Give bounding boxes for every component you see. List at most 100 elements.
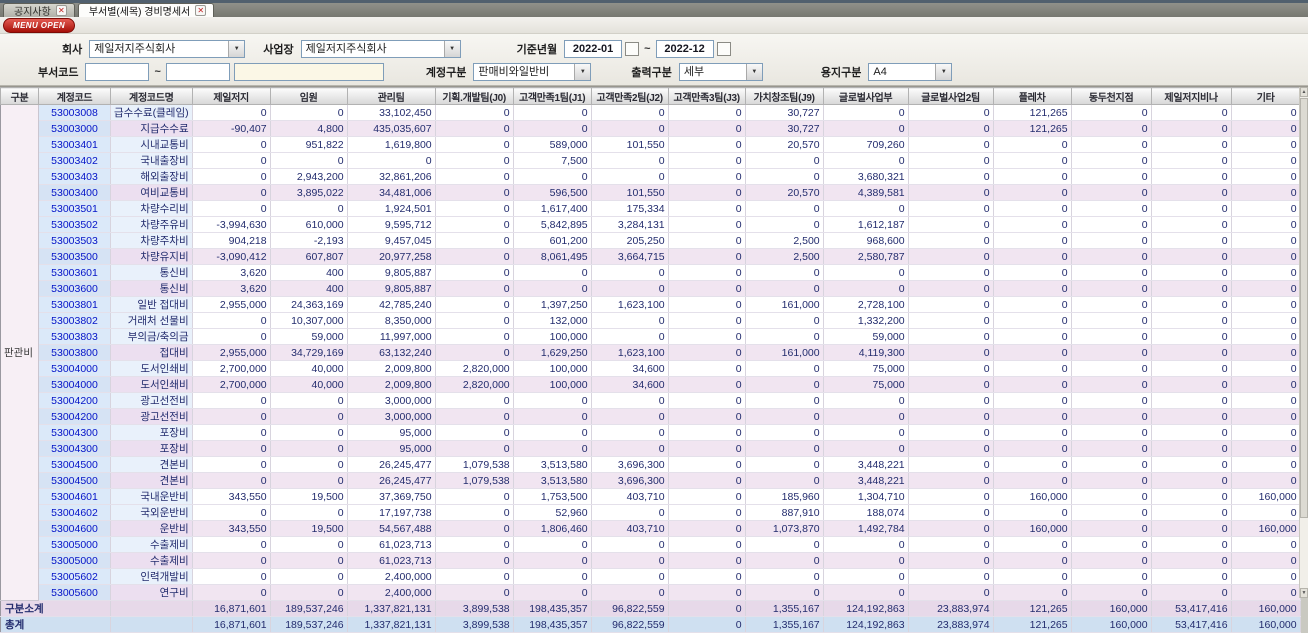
amount-cell[interactable]: 0 [1231,184,1301,201]
amount-cell[interactable]: 0 [270,200,348,217]
amount-cell[interactable]: 0 [1231,296,1301,313]
account-name-cell[interactable]: 도서인쇄비 [110,376,193,393]
amount-cell[interactable]: 0 [435,184,514,201]
amount-cell[interactable]: 0 [993,152,1072,169]
amount-cell[interactable]: 0 [668,280,746,297]
amount-cell[interactable]: 0 [513,584,592,601]
amount-cell[interactable]: 0 [591,424,669,441]
account-name-cell[interactable]: 운반비 [110,520,193,537]
amount-cell[interactable]: 0 [435,552,514,569]
amount-cell[interactable]: 0 [435,488,514,505]
account-code-cell[interactable]: 53003401 [38,136,111,153]
scroll-down-icon[interactable]: ▼ [1300,588,1308,598]
amount-cell[interactable]: 0 [1231,424,1301,441]
table-row[interactable]: 53003501 차량수리비 0 0 1,924,501 0 1,617,400 175,33… [1,200,1301,217]
amount-cell[interactable]: 11,997,000 [347,328,436,345]
amount-cell[interactable]: 0 [1151,568,1232,585]
column-header[interactable]: 고객만족3팀(J3) [667,87,746,105]
amount-cell[interactable]: 0 [1071,488,1152,505]
amount-cell[interactable]: 0 [993,280,1072,297]
amount-cell[interactable]: 0 [192,504,271,521]
amount-cell[interactable]: 34,600 [591,360,669,377]
account-name-cell[interactable]: 여비교통비 [110,184,193,201]
account-name-cell[interactable]: 포장비 [110,440,193,457]
amount-cell[interactable]: 188,074 [823,504,909,521]
amount-cell[interactable]: 0 [192,568,271,585]
amount-cell[interactable]: 0 [668,440,746,457]
amount-cell[interactable]: 30,727 [745,120,824,137]
amount-cell[interactable]: 0 [270,472,348,489]
close-icon[interactable]: ✕ [195,5,207,16]
amount-cell[interactable]: 0 [993,200,1072,217]
amount-cell[interactable]: 205,250 [591,232,669,249]
amount-cell[interactable]: 3,696,300 [591,472,669,489]
amount-cell[interactable]: 0 [1231,552,1301,569]
amount-cell[interactable]: 0 [993,296,1072,313]
amount-cell[interactable]: 161,000 [745,344,824,361]
amount-cell[interactable]: 0 [668,328,746,345]
amount-cell[interactable]: 0 [1231,472,1301,489]
amount-cell[interactable]: 0 [908,536,994,553]
amount-cell[interactable]: 0 [823,200,909,217]
amount-cell[interactable]: 3,448,221 [823,456,909,473]
amount-cell[interactable]: 0 [745,280,824,297]
amount-cell[interactable]: 0 [668,120,746,137]
amount-cell[interactable]: 0 [745,472,824,489]
vertical-scrollbar[interactable]: ▲ ▼ [1299,87,1308,598]
amount-cell[interactable]: 3,620 [192,280,271,297]
account-name-cell[interactable]: 견본비 [110,472,193,489]
amount-cell[interactable]: -3,994,630 [192,216,271,233]
amount-cell[interactable]: 75,000 [823,376,909,393]
amount-cell[interactable]: 0 [908,120,994,137]
amount-cell[interactable]: 26,245,477 [347,472,436,489]
amount-cell[interactable]: 40,000 [270,376,348,393]
amount-cell[interactable]: 0 [192,136,271,153]
amount-cell[interactable]: 0 [908,504,994,521]
amount-cell[interactable]: 2,700,000 [192,360,271,377]
amount-cell[interactable]: 34,729,169 [270,344,348,361]
dept-code-from-input[interactable] [85,62,150,81]
amount-cell[interactable]: 0 [908,440,994,457]
amount-cell[interactable]: 0 [993,584,1072,601]
amount-cell[interactable]: 0 [668,584,746,601]
account-code-cell[interactable]: 53004601 [38,488,111,505]
amount-cell[interactable]: 0 [1071,520,1152,537]
amount-cell[interactable]: 0 [1151,120,1232,137]
amount-cell[interactable]: 0 [668,104,746,121]
amount-cell[interactable]: 0 [591,280,669,297]
account-name-cell[interactable]: 차량수리비 [110,200,193,217]
amount-cell[interactable]: 0 [591,584,669,601]
amount-cell[interactable]: 0 [1231,440,1301,457]
amount-cell[interactable]: 0 [435,408,514,425]
amount-cell[interactable]: 3,284,131 [591,216,669,233]
amount-cell[interactable]: 9,595,712 [347,216,436,233]
account-name-cell[interactable]: 수출제비 [110,536,193,553]
amount-cell[interactable]: 0 [1231,408,1301,425]
amount-cell[interactable]: 8,350,000 [347,312,436,329]
amount-cell[interactable]: 0 [668,296,746,313]
amount-cell[interactable]: 1,079,538 [435,472,514,489]
amount-cell[interactable]: 61,023,713 [347,552,436,569]
amount-cell[interactable]: 2,955,000 [192,296,271,313]
amount-cell[interactable]: 1,629,250 [513,344,592,361]
amount-cell[interactable]: 0 [192,456,271,473]
table-row[interactable]: 53004200 광고선전비 0 0 3,000,000 0 0 0 0 0 0 0 0 0 0 0 [1,408,1301,425]
amount-cell[interactable]: 101,550 [591,136,669,153]
amount-cell[interactable]: -90,407 [192,120,271,137]
amount-cell[interactable]: 132,000 [513,312,592,329]
amount-cell[interactable]: 40,000 [270,360,348,377]
amount-cell[interactable]: 2,400,000 [347,568,436,585]
column-header[interactable]: 구분 [0,87,39,105]
chevron-down-icon[interactable]: ▼ [443,40,460,57]
amount-cell[interactable]: 0 [1151,104,1232,121]
account-name-cell[interactable]: 통신비 [110,264,193,281]
amount-cell[interactable]: 0 [1071,504,1152,521]
amount-cell[interactable]: 0 [823,264,909,281]
scroll-up-icon[interactable]: ▲ [1300,87,1308,97]
amount-cell[interactable]: 0 [1151,232,1232,249]
amount-cell[interactable]: 0 [1151,264,1232,281]
amount-cell[interactable]: 0 [435,216,514,233]
amount-cell[interactable]: 0 [745,216,824,233]
column-header[interactable]: 플레차 [992,87,1072,105]
amount-cell[interactable]: 0 [435,264,514,281]
